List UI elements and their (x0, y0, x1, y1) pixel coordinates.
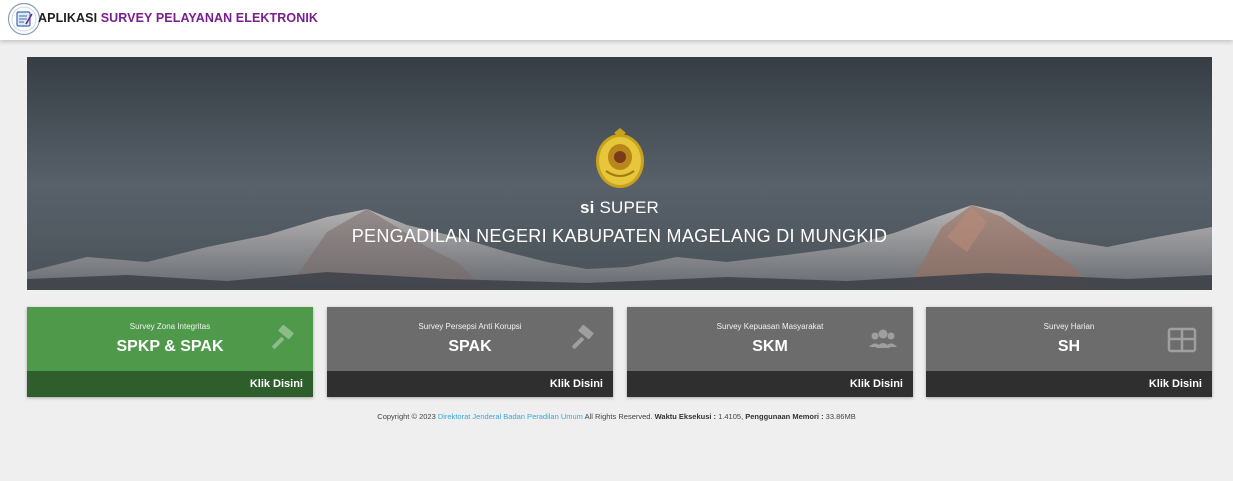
klik-disini-link[interactable]: Klik Disini (550, 378, 603, 390)
rights-text: All Rights Reserved. (582, 412, 655, 421)
app-logo-icon[interactable] (7, 2, 41, 36)
memory-label: Penggunaan Memori : (745, 412, 824, 421)
card-footer[interactable]: Klik Disini (627, 371, 913, 397)
court-emblem-icon (596, 128, 644, 188)
gavel-icon (572, 325, 594, 349)
brand-suffix: SURVEY PELAYANAN ELEKTRONIK (97, 11, 319, 25)
app-brand-title[interactable]: APLIKASI SURVEY PELAYANAN ELEKTRONIK (38, 11, 318, 25)
memory-value: 33.86MB (823, 412, 856, 421)
card-header: Survey Zona Integritas SPKP & SPAK (27, 307, 313, 371)
card-header: Survey Persepsi Anti Korupsi SPAK (327, 307, 613, 371)
card-footer[interactable]: Klik Disini (926, 371, 1212, 397)
card-survey-harian[interactable]: Survey Harian SH Klik Disini (926, 307, 1212, 397)
brand-prefix: APLIKASI (38, 11, 98, 25)
card-header: Survey Harian SH (926, 307, 1212, 371)
hero-app-suffix: SUPER (594, 198, 660, 217)
page-footer: Copyright © 2023 Direktorat Jenderal Bad… (0, 412, 1233, 421)
exec-time-label: Waktu Eksekusi : (654, 412, 717, 421)
card-survey-kepuasan-masyarakat[interactable]: Survey Kepuasan Masyarakat SKM Klik Disi… (627, 307, 913, 397)
users-icon (869, 329, 897, 348)
card-survey-persepsi-anti-korupsi[interactable]: Survey Persepsi Anti Korupsi SPAK Klik D… (327, 307, 613, 397)
card-footer[interactable]: Klik Disini (27, 371, 313, 397)
klik-disini-link[interactable]: Klik Disini (250, 378, 303, 390)
hero-org-name: PENGADILAN NEGERI KABUPATEN MAGELANG DI … (351, 226, 888, 246)
card-header: Survey Kepuasan Masyarakat SKM (627, 307, 913, 371)
exec-time-value: 1.4105, (716, 412, 746, 421)
hero-app-prefix: si (579, 198, 595, 217)
gavel-icon (272, 325, 294, 349)
hero-app-name: si SUPER (27, 198, 1212, 218)
footer-org-link[interactable]: Direktorat Jenderal Badan Peradilan Umum (438, 412, 583, 421)
card-footer[interactable]: Klik Disini (327, 371, 613, 397)
klik-disini-link[interactable]: Klik Disini (850, 378, 903, 390)
card-survey-zona-integritas[interactable]: Survey Zona Integritas SPKP & SPAK Klik … (27, 307, 313, 397)
klik-disini-link[interactable]: Klik Disini (1149, 378, 1202, 390)
hero-banner: si SUPER PENGADILAN NEGERI KABUPATEN MAG… (27, 57, 1212, 290)
copyright-text: Copyright © 2023 (377, 412, 438, 421)
top-navbar: APLIKASI SURVEY PELAYANAN ELEKTRONIK (0, 0, 1233, 40)
table-icon (1167, 327, 1197, 353)
